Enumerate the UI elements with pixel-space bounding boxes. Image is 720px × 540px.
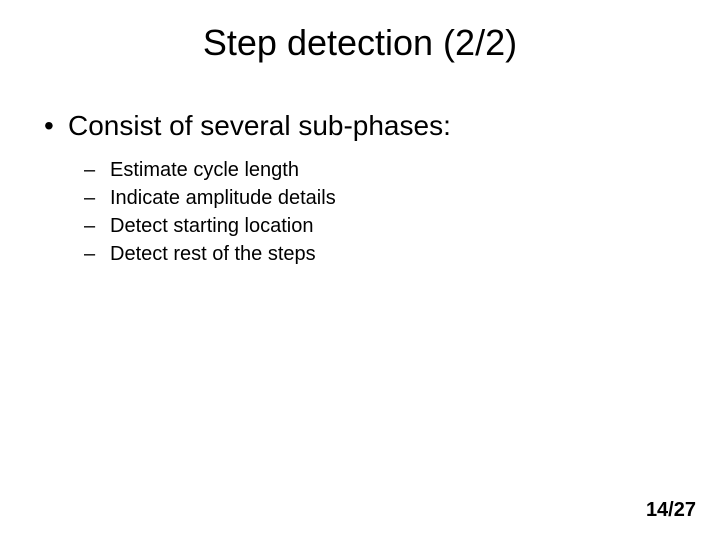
sub-bullet-text: Estimate cycle length (110, 156, 299, 184)
sub-bullet-item: – Estimate cycle length (84, 156, 680, 184)
sub-bullet-text: Detect starting location (110, 212, 313, 240)
slide: Step detection (2/2) • Consist of severa… (0, 0, 720, 540)
slide-body: • Consist of several sub-phases: – Estim… (40, 110, 680, 268)
dash-icon: – (84, 156, 110, 184)
page-number: 14/27 (646, 499, 696, 522)
sub-bullet-item: – Detect rest of the steps (84, 240, 680, 268)
sub-bullet-item: – Indicate amplitude details (84, 184, 680, 212)
sub-bullet-text: Indicate amplitude details (110, 184, 336, 212)
bullet-item: • Consist of several sub-phases: (40, 110, 680, 142)
dash-icon: – (84, 212, 110, 240)
sub-bullet-item: – Detect starting location (84, 212, 680, 240)
sub-bullet-text: Detect rest of the steps (110, 240, 316, 268)
slide-title: Step detection (2/2) (0, 22, 720, 64)
bullet-icon: • (40, 110, 68, 142)
dash-icon: – (84, 184, 110, 212)
dash-icon: – (84, 240, 110, 268)
bullet-text: Consist of several sub-phases: (68, 110, 451, 142)
sub-bullet-list: – Estimate cycle length – Indicate ampli… (84, 156, 680, 268)
